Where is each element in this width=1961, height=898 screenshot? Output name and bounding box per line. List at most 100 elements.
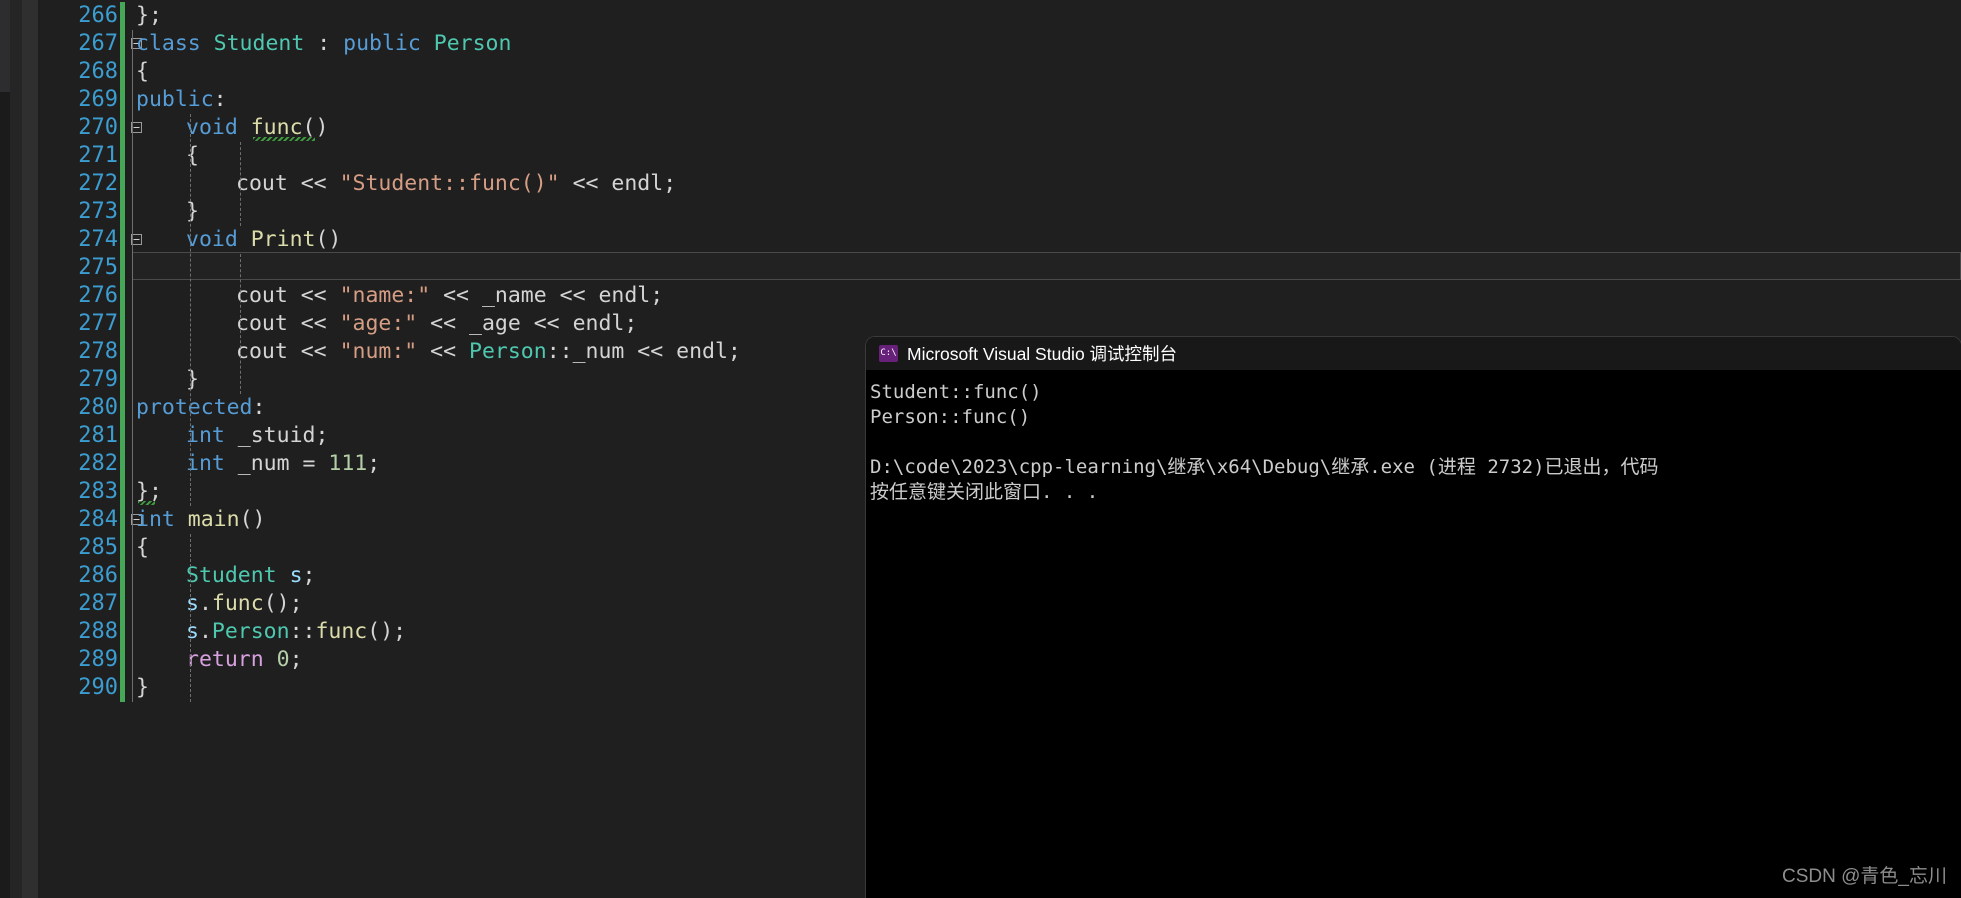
error-squiggle-semicolon <box>138 501 155 505</box>
code-token: :: <box>289 619 316 644</box>
code-text[interactable]: cout << "name:" << _name << endl; <box>236 282 663 310</box>
code-token: func <box>315 619 368 644</box>
minimap-strip[interactable] <box>22 0 38 898</box>
code-token: Print <box>250 227 316 252</box>
code-text[interactable]: s.Person::func(); <box>186 618 406 646</box>
line-number: 266 <box>78 3 118 28</box>
code-text[interactable]: { <box>136 534 149 562</box>
code-token: ::_num <box>546 339 625 364</box>
code-line[interactable]: 276 cout << "name:" << _name << endl; <box>40 282 1961 310</box>
code-token: "Student::func()" <box>339 171 560 196</box>
fold-collapse-icon[interactable] <box>128 227 144 255</box>
code-token: _num = <box>224 451 329 476</box>
code-token: "age:" <box>339 311 418 336</box>
code-token: int <box>136 507 175 532</box>
line-number: 279 <box>78 367 118 392</box>
code-line[interactable]: 268 { <box>40 58 1961 86</box>
code-token: } <box>186 367 199 392</box>
code-token: "name:" <box>339 283 431 308</box>
code-text[interactable]: } <box>136 674 149 702</box>
code-text[interactable]: } <box>186 366 199 394</box>
line-number: 269 <box>78 87 118 112</box>
code-token: _stuid; <box>224 423 329 448</box>
indent-guide <box>240 142 241 226</box>
code-token: main <box>187 507 240 532</box>
gutter-gap <box>10 0 22 898</box>
code-text[interactable]: void Print() <box>186 226 341 254</box>
code-token: cout <box>236 311 288 336</box>
code-token: s <box>186 619 199 644</box>
console-icon-glyph: C:\ <box>880 348 897 358</box>
code-token: 0 <box>276 647 290 672</box>
fold-collapse-icon[interactable] <box>128 115 144 143</box>
console-title-bar[interactable]: C:\ Microsoft Visual Studio 调试控制台 <box>866 337 1961 370</box>
debug-console-window[interactable]: C:\ Microsoft Visual Studio 调试控制台 Studen… <box>866 337 1961 898</box>
code-token: ; <box>663 171 677 196</box>
code-text[interactable]: int main() <box>136 506 265 534</box>
code-token: _name <box>481 283 547 308</box>
code-line[interactable]: 274 void Print() <box>40 226 1961 254</box>
code-text[interactable]: protected: <box>136 394 265 422</box>
line-number: 287 <box>78 591 118 616</box>
code-line[interactable]: 266}; <box>40 2 1961 30</box>
csdn-watermark: CSDN @青色_忘川 <box>1782 866 1947 887</box>
console-line: D:\code\2023\cpp-learning\继承\x64\Debug\继… <box>870 456 1659 478</box>
code-text[interactable]: public: <box>136 86 227 114</box>
code-line[interactable]: 271 { <box>40 142 1961 170</box>
code-token: ; <box>289 647 303 672</box>
code-token: { <box>136 535 149 560</box>
code-token: << <box>287 339 340 364</box>
code-line[interactable]: 273} <box>40 198 1961 226</box>
line-number: 274 <box>78 227 118 252</box>
code-token: << <box>546 283 599 308</box>
code-token: s <box>289 563 303 588</box>
code-text[interactable]: { <box>186 142 199 170</box>
code-line[interactable]: 272 cout << "Student::func()" << endl; <box>40 170 1961 198</box>
code-text[interactable]: cout << "num:" << Person::_num << endl; <box>236 338 741 366</box>
code-text[interactable]: { <box>136 58 149 86</box>
code-token: . <box>198 591 212 616</box>
code-line[interactable]: 270 void func() <box>40 114 1961 142</box>
code-token: { <box>136 59 149 84</box>
code-line[interactable]: 269 public: <box>40 86 1961 114</box>
code-text[interactable]: cout << "age:" << _age << endl; <box>236 310 637 338</box>
code-text[interactable]: int _stuid; <box>186 422 328 450</box>
code-token: ; <box>302 563 316 588</box>
code-text[interactable]: class Student : public Person <box>136 30 511 58</box>
line-number: 289 <box>78 647 118 672</box>
code-token: ; <box>624 311 638 336</box>
code-token: Person <box>211 619 290 644</box>
code-token: } <box>136 675 149 700</box>
code-text[interactable]: Student s; <box>186 562 315 590</box>
code-token: public <box>343 31 421 56</box>
console-output[interactable]: Student::func() Person::func() D:\code\202… <box>866 370 1961 505</box>
code-token: endl <box>676 339 728 364</box>
code-line[interactable]: 267 class Student : public Person <box>40 30 1961 58</box>
code-token: s <box>186 591 199 616</box>
console-title-text: Microsoft Visual Studio 调试控制台 <box>907 344 1178 364</box>
code-line[interactable]: 277 cout << "age:" << _age << endl; <box>40 310 1961 338</box>
code-token: int <box>186 423 225 448</box>
code-text[interactable]: } <box>186 198 199 226</box>
code-token: << <box>287 283 340 308</box>
outer-scroll-strip-dark[interactable] <box>0 92 10 898</box>
line-number: 273 <box>78 199 118 224</box>
code-text[interactable]: cout << "Student::func()" << endl; <box>236 170 676 198</box>
code-token: 111 <box>328 451 368 476</box>
code-token: << <box>559 171 612 196</box>
code-token: void <box>186 227 238 252</box>
code-token: cout <box>236 339 288 364</box>
code-text[interactable]: }; <box>136 2 162 30</box>
code-text[interactable]: int _num = 111; <box>186 450 380 478</box>
code-token: : <box>213 87 227 112</box>
code-token: << <box>287 311 340 336</box>
code-text[interactable]: s.func(); <box>186 590 303 618</box>
line-number: 277 <box>78 311 118 336</box>
code-token: << <box>287 171 340 196</box>
code-token: endl <box>598 283 651 308</box>
code-token: } <box>186 199 199 224</box>
console-line: Person::func() <box>870 406 1031 428</box>
code-token: : <box>252 395 266 420</box>
code-text[interactable]: return 0; <box>186 646 303 674</box>
